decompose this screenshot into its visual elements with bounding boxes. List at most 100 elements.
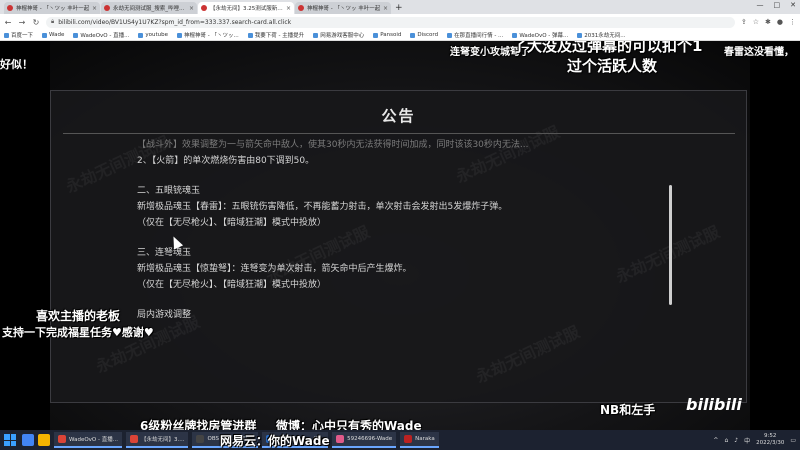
close-tab-icon[interactable]: × <box>286 5 291 12</box>
tab-favicon <box>7 5 13 11</box>
input-language[interactable]: 中 <box>744 436 750 445</box>
announcement-title: 公告 <box>381 107 416 125</box>
notification-icon[interactable]: ▭ <box>790 437 796 444</box>
close-button[interactable]: ✕ <box>790 1 796 9</box>
app-icon <box>129 435 138 443</box>
profile-icon[interactable]: ● <box>777 18 783 26</box>
system-tray: ^ ⌂ ♪ 中 9:52 2022/3/30 ▭ <box>713 433 796 447</box>
menu-icon[interactable]: ⋮ <box>789 18 796 26</box>
bookmark[interactable]: youtube <box>138 32 168 38</box>
danmaku-text: 好似！ <box>0 58 33 71</box>
taskbar-item[interactable]: 59246696-Wade <box>332 432 397 448</box>
bookmark[interactable]: 我要下荷 - 主播提升 <box>247 31 304 39</box>
close-tab-icon[interactable]: × <box>189 5 194 12</box>
section-note: （仅在【无尽枪火】、【暗域狂潮】模式中投放） <box>137 280 327 290</box>
bookmark[interactable]: 神棍神哥 - 「丶ツッ... <box>176 31 239 39</box>
content-line: 2、【火箭】的单次燃烧伤害由80下调到50。 <box>137 156 315 166</box>
content-scrollbar[interactable] <box>669 185 672 305</box>
screen: 神棍神哥 - 「丶ツッ 丰叶一起 × 永劫无间测试服_搜索_哔哩哔哩 × 【永劫无间… <box>0 0 800 450</box>
close-tab-icon[interactable]: × <box>383 5 388 12</box>
danmaku-text: 春雷这没看懂， <box>724 47 794 58</box>
windows-start-icon[interactable] <box>4 434 16 446</box>
section-body: 新增极品魂玉【惊蛰弩】：连弩变为单次射击，箭矢命中后产生爆炸。 <box>137 264 412 274</box>
lock-icon: 🔒︎ <box>51 18 55 25</box>
section-note: （仅在【无尽枪火】、【暗域狂潮】模式中投放） <box>137 218 327 228</box>
bookmark[interactable]: WadeOvO - 直播... <box>73 31 129 39</box>
bookmark[interactable]: 网易游戏客服中心 <box>313 31 364 39</box>
bookmark[interactable]: Pansoid <box>373 32 401 38</box>
overlay-caption: 喜欢主播的老板 <box>36 309 121 323</box>
volume-icon[interactable]: ♪ <box>734 437 738 444</box>
overlay-caption: 了大没及过弹幕的可以扣个1 <box>512 41 703 55</box>
announcement-content[interactable]: 【战斗外】效果调整为一与箭矢命中敌人，使其30秒内无法获得时间加成，同时该该30… <box>137 137 677 397</box>
star-icon[interactable]: ☆ <box>753 18 759 26</box>
browser-tab[interactable]: 神棍神哥 - 「丶ツッ 丰叶一起 × <box>295 2 391 14</box>
browser-tab[interactable]: 永劫无间测试服_搜索_哔哩哔哩 × <box>101 2 197 14</box>
bookmark[interactable]: 百度一下 <box>4 31 33 39</box>
taskbar-item[interactable]: 【永劫无间】3.... <box>125 432 189 448</box>
close-tab-icon[interactable]: × <box>92 5 97 12</box>
bookmark-icon <box>138 32 144 38</box>
network-icon[interactable]: ⌂ <box>724 437 728 444</box>
window-controls: — □ ✕ <box>757 1 797 9</box>
taskbar: WadeOvO - 直播... 【永劫无间】3.... OBS 26.1.1 (… <box>0 430 800 450</box>
back-icon[interactable]: ← <box>4 18 12 27</box>
bookmark[interactable]: 2031永劫无间... <box>577 31 626 39</box>
bookmark-icon <box>73 32 79 38</box>
maximize-button[interactable]: □ <box>774 1 781 9</box>
tab-title: 永劫无间测试服_搜索_哔哩哔哩 <box>113 6 187 12</box>
bilibili-logo: bilibili <box>686 395 742 414</box>
tab-title: 神棍神哥 - 「丶ツッ 丰叶一起 <box>16 6 90 12</box>
overlay-caption: 支持一下完成福星任务♥感谢♥ <box>2 326 154 339</box>
taskbar-item[interactable]: WadeOvO - 直播... <box>54 432 122 448</box>
overlay-caption: NB和左手 <box>600 403 656 417</box>
tab-favicon <box>201 5 207 11</box>
time-text: 9:52 <box>764 433 777 439</box>
bookmark-icon <box>512 32 518 38</box>
section-body: 新增极品魂玉【春雷】：五眼铳伤害降低，不再能蓄力射击，单次射击会发射出5发爆炸子… <box>137 202 508 212</box>
bookmark-icon <box>447 32 453 38</box>
app-icon <box>404 435 413 443</box>
bookmark-icon <box>410 32 416 38</box>
bookmark-icon <box>4 32 9 38</box>
bookmark[interactable]: Discord <box>410 32 438 38</box>
forward-icon[interactable]: → <box>18 18 26 27</box>
new-tab-button[interactable]: + <box>395 2 403 14</box>
overlay-caption: 6级粉丝牌找房管进群 <box>140 419 257 430</box>
app-icon <box>196 435 205 443</box>
chevron-up-icon[interactable]: ^ <box>713 437 718 444</box>
bookmark[interactable]: WadeOvO - 弹幕... <box>512 31 568 39</box>
overlay-caption: 过个活跃人数 <box>567 57 658 75</box>
minimize-button[interactable]: — <box>757 1 764 9</box>
extensions-area: ⇪ ☆ ✱ ● ⋮ <box>741 18 796 26</box>
title-divider <box>63 133 735 134</box>
section-heading: 局内游戏调整 <box>137 310 192 320</box>
browser-tab[interactable]: 神棍神哥 - 「丶ツッ 丰叶一起 × <box>4 2 100 14</box>
bookmark-icon <box>577 32 583 38</box>
chrome-icon[interactable] <box>22 434 34 446</box>
bookmark-icon <box>42 32 48 38</box>
reload-icon[interactable]: ↻ <box>32 18 40 27</box>
overlay-caption: 网易云：你的Wade <box>220 434 330 448</box>
url-text: bilibili.com/video/BV1US4y1U7KZ?spm_id_f… <box>58 18 292 26</box>
video-player[interactable]: 永劫无间测试服 永劫无间测试服 永劫无间测试服 永劫无间测试服 永劫无间测试服 … <box>0 41 800 430</box>
clock[interactable]: 9:52 2022/3/30 <box>756 433 784 447</box>
bookmark-icon <box>247 32 253 38</box>
bookmark-icon <box>176 32 182 38</box>
app-icon <box>58 435 66 443</box>
bookmark-icon <box>373 32 379 38</box>
folder-icon[interactable] <box>38 434 50 446</box>
extension-icon[interactable]: ✱ <box>765 18 771 26</box>
bookmark[interactable]: 在那直播间行情 - ... <box>447 31 503 39</box>
tab-bar: 神棍神哥 - 「丶ツッ 丰叶一起 × 永劫无间测试服_搜索_哔哩哔哩 × 【永劫无间… <box>0 0 800 14</box>
share-icon[interactable]: ⇪ <box>741 18 747 26</box>
tab-favicon <box>104 5 110 11</box>
browser-tab-active[interactable]: 【永劫无间】3.25测试服新增物...× <box>198 2 294 14</box>
address-bar[interactable]: 🔒︎ bilibili.com/video/BV1US4y1U7KZ?spm_i… <box>46 16 735 28</box>
date-text: 2022/3/30 <box>756 440 785 446</box>
taskbar-item[interactable]: Naraka <box>400 432 439 448</box>
app-icon <box>336 435 345 443</box>
navigation-bar: ← → ↻ 🔒︎ bilibili.com/video/BV1US4y1U7KZ… <box>0 14 800 30</box>
section-heading: 三、连弩魂玉 <box>137 248 192 258</box>
bookmark[interactable]: Wade <box>42 32 64 38</box>
